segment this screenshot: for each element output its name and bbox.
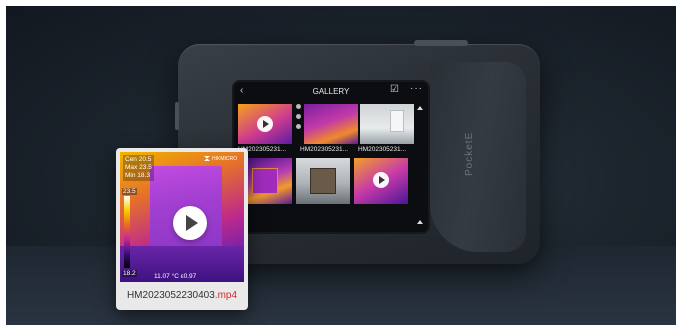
camera-screen: ‹ GALLERY ☑ ··· HM202305231... HM2023052… — [232, 80, 430, 234]
top-button — [414, 40, 468, 46]
side-button — [175, 102, 179, 130]
video-preview-card[interactable]: Cen 20.5 Max 23.5 Min 18.3 HIKMICRO 23.5… — [116, 148, 248, 310]
play-icon — [257, 116, 273, 132]
video-filename: HM2023052230403.mp4 — [116, 290, 248, 301]
scroll-down-icon[interactable] — [417, 220, 423, 224]
checkbox-select-icon[interactable]: ☑ — [390, 84, 399, 95]
filename-base: HM2023052230403 — [126, 290, 215, 301]
thumb-caption-2: HM202305231... — [300, 146, 349, 153]
play-icon[interactable] — [173, 206, 207, 240]
gallery-header: ‹ GALLERY ☑ ··· — [234, 82, 428, 100]
gallery-thumb-3[interactable] — [360, 104, 414, 144]
product-scene: PocketE ‹ GALLERY ☑ ··· HM202305231... H… — [6, 6, 676, 325]
filename-extension: .mp4 — [214, 290, 238, 301]
max-temp: Max 23.5 — [125, 164, 152, 171]
min-temp: Min 18.3 — [125, 172, 150, 179]
camera-brand: PocketE — [464, 131, 475, 176]
gallery-thumb-2[interactable] — [304, 104, 358, 144]
gallery-thumb-1[interactable] — [238, 104, 292, 144]
thumb-caption-3: HM202305231... — [358, 146, 407, 153]
gallery-thumb-6[interactable] — [354, 158, 408, 204]
thermal-video-thumbnail: Cen 20.5 Max 23.5 Min 18.3 HIKMICRO 23.5… — [120, 152, 244, 282]
thumb-tool-dots — [296, 104, 302, 134]
brand-logo-icon — [204, 156, 210, 161]
center-temp: Cen 20.5 — [125, 156, 152, 163]
scale-min-label: 18.2 — [122, 270, 137, 277]
more-dots-icon[interactable]: ··· — [410, 83, 423, 94]
play-icon — [373, 172, 389, 188]
emissivity-readout: 11.07 °C ε0.97 — [154, 273, 197, 280]
gallery-thumb-5[interactable] — [296, 158, 350, 204]
brand-logo-text: HIKMICRO — [212, 156, 237, 162]
camera-grip — [430, 62, 526, 252]
scroll-up-icon[interactable] — [417, 106, 423, 110]
scale-max-label: 23.5 — [122, 188, 137, 195]
temperature-stats: Cen 20.5 Max 23.5 Min 18.3 — [123, 155, 154, 181]
color-scale-bar — [124, 196, 130, 268]
